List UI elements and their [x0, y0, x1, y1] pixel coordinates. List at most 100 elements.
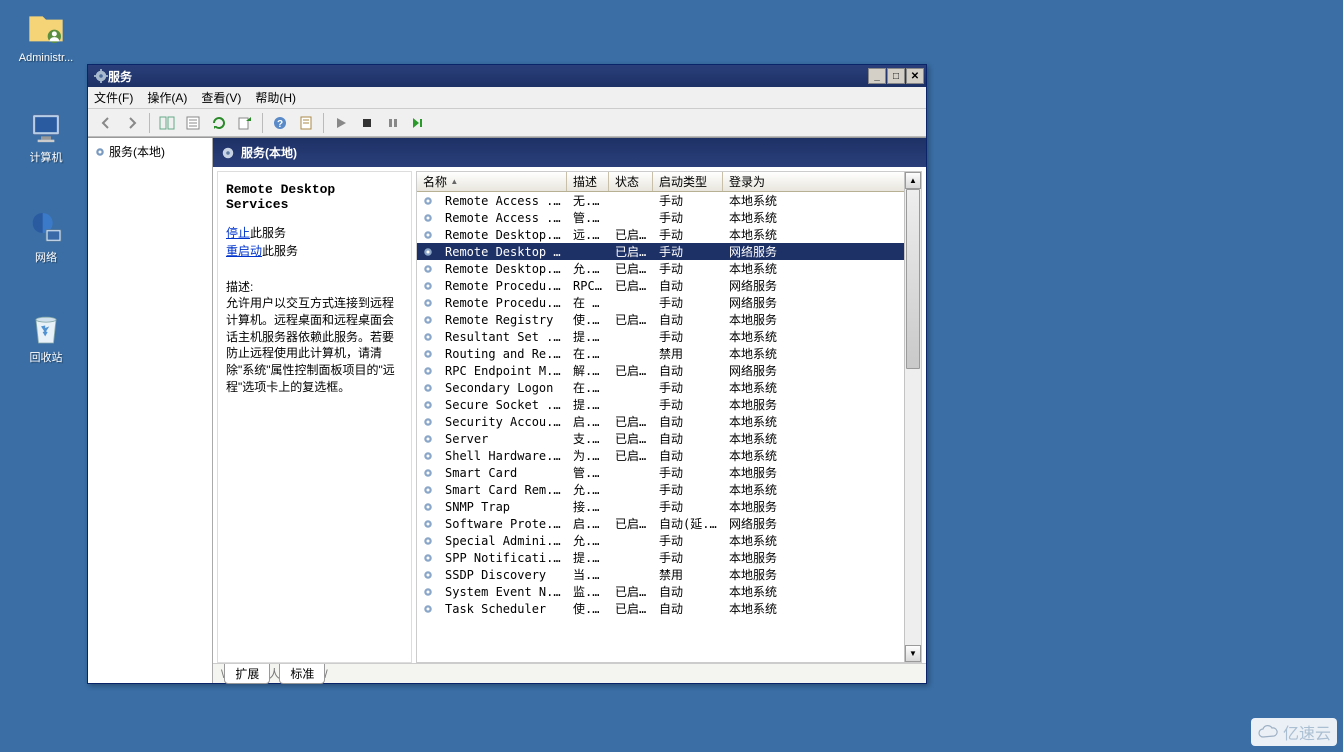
- service-row[interactable]: SSDP Discovery当...禁用本地服务: [417, 566, 921, 583]
- stop-service-button[interactable]: [355, 111, 379, 135]
- service-row[interactable]: Smart Card Rem...允...手动本地系统: [417, 481, 921, 498]
- maximize-button[interactable]: □: [887, 68, 905, 84]
- cell-desc: 在...: [567, 345, 609, 362]
- service-row[interactable]: Remote Access ...无...手动本地系统: [417, 192, 921, 209]
- desktop-icon-administrator[interactable]: Administr...: [10, 8, 82, 65]
- description-text: 允许用户以交互方式连接到远程计算机。远程桌面和远程桌面会话主机服务器依赖此服务。…: [226, 295, 403, 396]
- service-row[interactable]: Software Prote...启...已启动自动(延...网络服务: [417, 515, 921, 532]
- cell-start: 手动: [653, 260, 723, 277]
- service-row[interactable]: Remote Procedu...RPC...已启动自动网络服务: [417, 277, 921, 294]
- show-hide-tree-button[interactable]: [155, 111, 179, 135]
- service-row[interactable]: Remote Desktop Services已启动手动网络服务: [417, 243, 921, 260]
- service-row[interactable]: Routing and Re...在...禁用本地系统: [417, 345, 921, 362]
- cell-desc: 无...: [567, 192, 609, 209]
- menu-action[interactable]: 操作(A): [147, 89, 187, 106]
- service-row[interactable]: Remote Desktop...允...已启动手动本地系统: [417, 260, 921, 277]
- col-logon[interactable]: 登录为: [723, 172, 921, 191]
- cell-desc: 管...: [567, 464, 609, 481]
- nav-back-button[interactable]: [94, 111, 118, 135]
- titlebar[interactable]: 服务 _ □ ✕: [88, 65, 926, 87]
- gear-icon: [417, 399, 439, 411]
- service-row[interactable]: Remote Access ...管...手动本地系统: [417, 209, 921, 226]
- cell-name: Routing and Re...: [439, 347, 567, 361]
- desktop-icon-network[interactable]: 网络: [10, 208, 82, 265]
- cell-name: Special Admini...: [439, 534, 567, 548]
- scroll-thumb[interactable]: [906, 189, 920, 369]
- cell-start: 自动: [653, 447, 723, 464]
- service-row[interactable]: System Event N...监...已启动自动本地系统: [417, 583, 921, 600]
- gear-icon: [417, 263, 439, 275]
- tab-standard[interactable]: 标准: [279, 664, 325, 684]
- start-service-button[interactable]: [329, 111, 353, 135]
- desktop-icon-recyclebin[interactable]: 回收站: [10, 308, 82, 365]
- service-row[interactable]: Resultant Set ...提...手动本地系统: [417, 328, 921, 345]
- gear-icon: [417, 246, 439, 258]
- col-name[interactable]: 名称 ▲: [417, 172, 567, 191]
- service-row[interactable]: SPP Notificati...提...手动本地服务: [417, 549, 921, 566]
- cell-logon: 本地服务: [723, 549, 921, 566]
- cell-name: SNMP Trap: [439, 500, 567, 514]
- pause-service-button[interactable]: [381, 111, 405, 135]
- description-label: 描述:: [226, 278, 403, 295]
- service-row[interactable]: RPC Endpoint M...解...已启动自动网络服务: [417, 362, 921, 379]
- menu-view[interactable]: 查看(V): [201, 89, 241, 106]
- cell-start: 手动: [653, 192, 723, 209]
- service-row[interactable]: Security Accou...启...已启动自动本地系统: [417, 413, 921, 430]
- cell-start: 手动: [653, 549, 723, 566]
- cell-logon: 本地系统: [723, 532, 921, 549]
- service-row[interactable]: Remote Registry使...已启动自动本地服务: [417, 311, 921, 328]
- col-state[interactable]: 状态: [609, 172, 653, 191]
- service-row[interactable]: Task Scheduler使...已启动自动本地系统: [417, 600, 921, 617]
- cell-desc: 启...: [567, 515, 609, 532]
- cell-name: Remote Desktop Services: [439, 245, 567, 259]
- export-button[interactable]: [233, 111, 257, 135]
- props-button-2[interactable]: [294, 111, 318, 135]
- gear-icon: [417, 484, 439, 496]
- services-list[interactable]: 名称 ▲ 描述 状态 启动类型 登录为 Remote Access ...无..…: [416, 171, 922, 663]
- restart-service-button[interactable]: [407, 111, 431, 135]
- restart-link[interactable]: 重启动: [226, 244, 262, 258]
- tree-pane[interactable]: 服务(本地): [88, 138, 213, 683]
- minimize-button[interactable]: _: [868, 68, 886, 84]
- service-row[interactable]: Remote Desktop...远...已启动手动本地系统: [417, 226, 921, 243]
- nav-forward-button[interactable]: [120, 111, 144, 135]
- service-row[interactable]: Secondary Logon在...手动本地系统: [417, 379, 921, 396]
- service-row[interactable]: Smart Card管...手动本地服务: [417, 464, 921, 481]
- service-row[interactable]: Shell Hardware...为...已启动自动本地系统: [417, 447, 921, 464]
- stop-link[interactable]: 停止: [226, 226, 250, 240]
- cell-logon: 本地系统: [723, 583, 921, 600]
- col-desc[interactable]: 描述: [567, 172, 609, 191]
- cell-start: 手动: [653, 396, 723, 413]
- help-button[interactable]: ?: [268, 111, 292, 135]
- cell-state: 已启动: [609, 413, 653, 430]
- scroll-down-button[interactable]: ▼: [905, 645, 921, 662]
- col-start[interactable]: 启动类型: [653, 172, 723, 191]
- refresh-button[interactable]: [207, 111, 231, 135]
- service-row[interactable]: Secure Socket ...提...手动本地服务: [417, 396, 921, 413]
- properties-button[interactable]: [181, 111, 205, 135]
- service-row[interactable]: Remote Procedu...在 ...手动网络服务: [417, 294, 921, 311]
- cell-name: SPP Notificati...: [439, 551, 567, 565]
- desktop-icon-computer[interactable]: 计算机: [10, 108, 82, 165]
- close-button[interactable]: ✕: [906, 68, 924, 84]
- vertical-scrollbar[interactable]: ▲ ▼: [904, 172, 921, 662]
- menu-file[interactable]: 文件(F): [94, 89, 133, 106]
- service-row[interactable]: Special Admini...允...手动本地系统: [417, 532, 921, 549]
- service-row[interactable]: SNMP Trap接...手动本地服务: [417, 498, 921, 515]
- scroll-up-button[interactable]: ▲: [905, 172, 921, 189]
- stop-icon: [361, 117, 373, 129]
- gear-icon: [417, 501, 439, 513]
- bottom-tabs: \ 扩展 人 标准 /: [213, 663, 926, 683]
- cell-desc: RPC...: [567, 279, 609, 293]
- cell-name: Remote Registry: [439, 313, 567, 327]
- cloud-icon: [1257, 724, 1279, 740]
- sheet-icon: [298, 115, 314, 131]
- gear-icon: [417, 552, 439, 564]
- menu-help[interactable]: 帮助(H): [255, 89, 296, 106]
- cell-name: RPC Endpoint M...: [439, 364, 567, 378]
- service-row[interactable]: Server支...已启动自动本地系统: [417, 430, 921, 447]
- tree-node-services-local[interactable]: 服务(本地): [92, 142, 208, 161]
- cell-desc: 允...: [567, 532, 609, 549]
- tab-extended[interactable]: 扩展: [224, 664, 270, 684]
- gear-icon: [417, 467, 439, 479]
